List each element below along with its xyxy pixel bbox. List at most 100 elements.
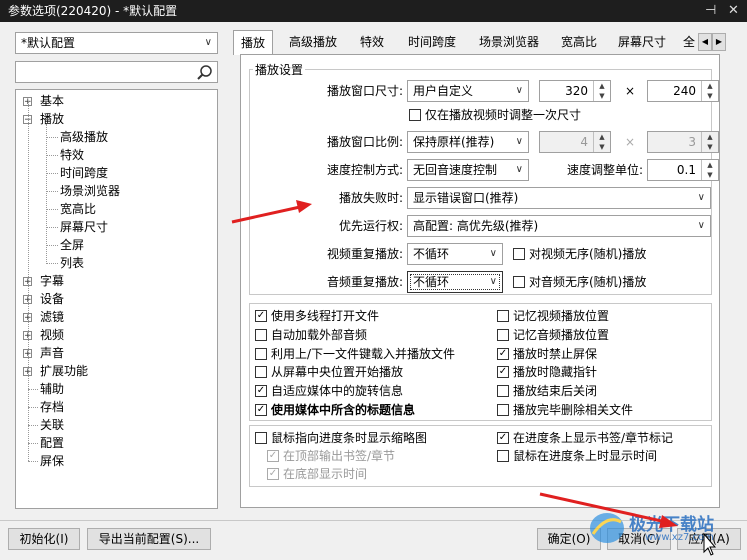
tree-item[interactable]: 配置 [40,434,64,452]
ratio-width-spinner: 4 ▲ ▼ [539,131,611,153]
option-left-checkbox[interactable]: 从屏幕中央位置开始播放 [255,363,403,381]
height-spinner[interactable]: 240 ▲ ▼ [647,80,719,102]
tree-connector [46,263,58,264]
init-button[interactable]: 初始化(I) [8,528,80,550]
tab-aspect-ratio[interactable]: 宽高比 [554,30,604,54]
watermark-logo: 极光下载站 www.xz7.com [585,508,747,548]
title-bar: 参数选项(220420) - *默认配置 ⊣ ✕ [0,0,747,22]
tree-item[interactable]: 播放 [40,110,64,128]
tab-screen-size[interactable]: 屏幕尺寸 [610,30,674,54]
tree-item[interactable]: 字幕 [40,272,64,290]
tree-item[interactable]: 基本 [40,92,64,110]
tree-item[interactable]: 声音 [40,344,64,362]
fail-select[interactable]: 显示错误窗口(推荐) ∨ [407,187,711,209]
audio-shuffle-checkbox[interactable]: 对音频无序(随机)播放 [513,273,646,291]
priority-select[interactable]: 高配置: 高优先级(推荐) ∨ [407,215,711,237]
tab-time-span[interactable]: 时间跨度 [400,30,464,54]
speed-mode-select[interactable]: 无回音速度控制 ∨ [407,159,529,181]
hover-time-checkbox[interactable]: 鼠标在进度条上时显示时间 [497,447,657,465]
option-right-checkbox[interactable]: 记忆音频播放位置 [497,326,609,344]
tree-connector [28,425,38,426]
audio-repeat-select[interactable]: 不循环 ∨ [407,271,503,293]
tree-item[interactable]: 全屏 [60,236,84,254]
option-right-checkbox[interactable]: ✓ 播放时禁止屏保 [497,345,597,363]
tree-item[interactable]: 辅助 [40,380,64,398]
tree-connector [46,124,47,264]
tree-item[interactable]: 存档 [40,398,64,416]
tab-panel: 播放设置 播放窗口尺寸: 用户自定义 ∨ 320 ▲ ▼ × 240 ▲ ▼ 仅在播… [240,54,720,508]
watermark-icon [590,513,624,543]
spin-up-icon[interactable]: ▲ [702,81,718,91]
pin-icon[interactable]: ⊣ [705,0,716,22]
spin-up-icon: ▲ [599,133,605,141]
option-left-checkbox[interactable]: ✓ 自适应媒体中的旋转信息 [255,382,403,400]
tab-advanced-playback[interactable]: 高级播放 [281,30,345,54]
close-icon[interactable]: ✕ [728,0,739,22]
tab-scroll-right[interactable]: ▶ [712,33,726,51]
tree-item[interactable]: 滤镜 [40,308,64,326]
tree-item[interactable]: 关联 [40,416,64,434]
spin-down-icon[interactable]: ▼ [702,170,718,180]
priority-label: 优先运行权: [338,219,403,233]
settings-tree[interactable]: 基本 + 播放 − 高级播放 特效 时间跨度 场景浏览器 宽高比 屏幕尺寸 全屏 列表 字幕 + 设备 + 滤镜… [15,89,218,509]
tab-effects[interactable]: 特效 [352,30,392,54]
tree-connector [28,389,38,390]
tree-item[interactable]: 时间跨度 [60,164,108,182]
option-left-checkbox[interactable]: ✓ 使用媒体中所含的标题信息 [255,401,415,419]
search-input[interactable] [18,64,197,82]
tree-item[interactable]: 屏幕尺寸 [60,218,108,236]
export-config-button[interactable]: 导出当前配置(S)... [87,528,211,550]
tab-fullscreen[interactable]: 全 [680,30,698,54]
tree-item[interactable]: 高级播放 [60,128,108,146]
tree-connector [46,155,58,156]
window-title: 参数选项(220420) - *默认配置 [8,4,178,18]
tree-connector [28,443,38,444]
width-spinner[interactable]: 320 ▲ ▼ [539,80,611,102]
video-repeat-select[interactable]: 不循环 ∨ [407,243,503,265]
profile-select[interactable]: *默认配置 ∨ [15,32,218,54]
window-size-select[interactable]: 用户自定义 ∨ [407,80,529,102]
spin-up-icon[interactable]: ▲ [702,160,718,170]
option-left-checkbox[interactable]: ✓ 使用多线程打开文件 [255,307,379,325]
tree-item[interactable]: 屏保 [40,452,64,470]
spin-up-icon[interactable]: ▲ [594,81,610,91]
option-right-checkbox[interactable]: 播放完毕删除相关文件 [497,401,633,419]
tree-connector [46,227,58,228]
audio-repeat-label: 音频重复播放: [326,275,403,289]
ratio-select[interactable]: 保持原样(推荐) ∨ [407,131,529,153]
search-box[interactable] [15,61,218,83]
spin-up-icon: ▲ [707,133,713,141]
speed-unit-label: 速度调整单位: [566,163,643,177]
option-left-checkbox[interactable]: 自动加载外部音频 [255,326,367,344]
tab-scene-browser[interactable]: 场景浏览器 [470,30,548,54]
spin-down-icon[interactable]: ▼ [702,91,718,101]
tree-item[interactable]: 特效 [60,146,84,164]
tree-item[interactable]: 视频 [40,326,64,344]
option-right-checkbox[interactable]: 播放结束后关闭 [497,382,597,400]
option-left-checkbox[interactable]: 利用上/下一文件键载入并播放文件 [255,345,455,363]
times-sign: × [625,84,636,98]
tree-item[interactable]: 扩展功能 [40,362,88,380]
tree-connector [46,209,58,210]
speed-unit-spinner[interactable]: 0.1 ▲ ▼ [647,159,719,181]
tree-item[interactable]: 列表 [60,254,84,272]
tree-connector [28,461,38,462]
video-shuffle-checkbox[interactable]: 对视频无序(随机)播放 [513,245,646,263]
speed-mode-label: 速度控制方式: [326,163,403,177]
adjust-once-checkbox[interactable]: 仅在播放视频时调整一次尺寸 [409,106,581,124]
spin-down-icon[interactable]: ▼ [594,91,610,101]
thumbnail-checkbox[interactable]: 鼠标指向进度条时显示缩略图 [255,429,427,447]
tree-connector [46,173,58,174]
tab-playback[interactable]: 播放 [233,30,273,55]
tree-item[interactable]: 宽高比 [60,200,96,218]
tab-scroll-left[interactable]: ◀ [698,33,712,51]
option-right-checkbox[interactable]: 记忆视频播放位置 [497,307,609,325]
search-icon[interactable] [196,64,214,82]
show-bookmarks-checkbox[interactable]: ✓ 在进度条上显示书签/章节标记 [497,429,673,447]
option-right-checkbox[interactable]: ✓ 播放时隐藏指针 [497,363,597,381]
chevron-down-icon: ∨ [697,220,705,231]
tree-item[interactable]: 场景浏览器 [60,182,120,200]
tree-item[interactable]: 设备 [40,290,64,308]
tree-connector [46,245,58,246]
watermark-url: www.xz7.com [645,532,714,543]
